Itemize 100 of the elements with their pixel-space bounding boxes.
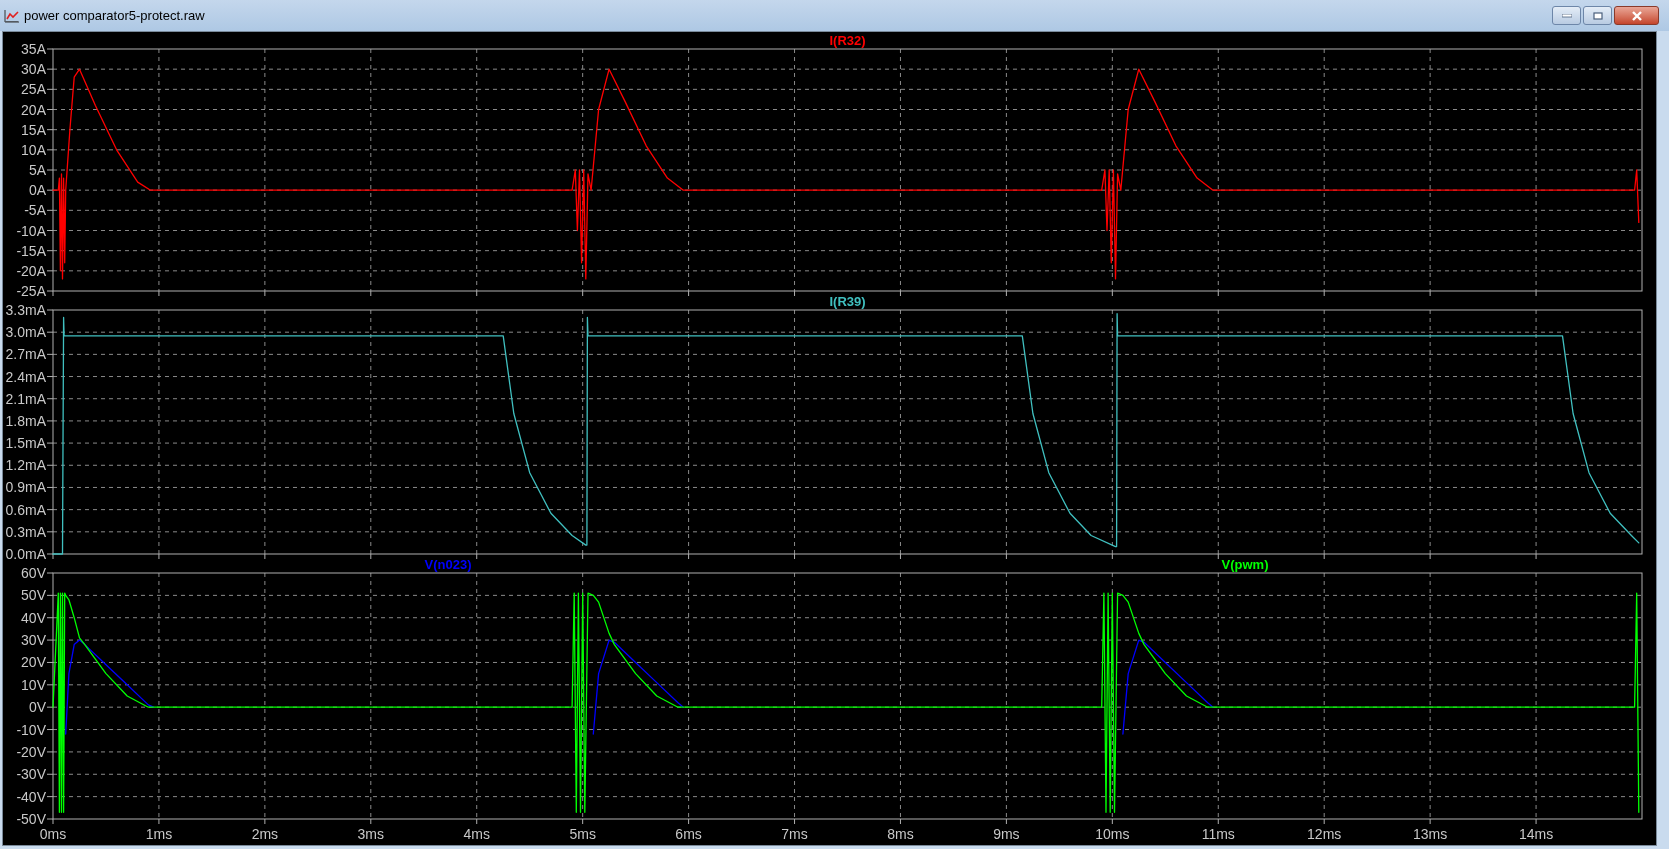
tick-mark — [46, 209, 54, 211]
axis-tick-label: 30A — [21, 61, 46, 78]
axis-tick-label: -50V — [16, 811, 46, 827]
tick-mark — [899, 290, 901, 296]
tick-mark — [46, 661, 54, 663]
tick-mark — [688, 818, 690, 825]
minimize-button[interactable] — [1552, 6, 1581, 25]
tick-mark — [46, 250, 54, 252]
tick-mark — [46, 376, 54, 378]
tick-mark — [46, 398, 54, 400]
tick-mark — [46, 353, 54, 355]
trace-label[interactable]: I(R32) — [829, 33, 866, 48]
tick-mark — [1217, 553, 1219, 560]
axis-tick-label: 3.0mA — [5, 324, 46, 341]
axis-tick-label: 2ms — [251, 826, 279, 842]
axis-tick-label: 3.3mA — [5, 302, 46, 318]
tick-mark — [46, 270, 54, 272]
tick-mark — [582, 553, 584, 560]
axis-tick-label: 14ms — [1518, 826, 1554, 842]
axis-tick-label: 10ms — [1095, 826, 1130, 842]
tick-mark — [46, 639, 54, 641]
tick-mark — [582, 818, 584, 825]
trace-label[interactable]: V(pwm) — [1221, 560, 1269, 572]
tick-mark — [1429, 290, 1431, 296]
minimize-icon — [1561, 13, 1572, 18]
axis-tick-label: 0V — [28, 699, 46, 716]
tick-mark — [46, 420, 54, 422]
tick-mark — [46, 796, 54, 798]
axis-tick-label: 11ms — [1201, 826, 1235, 842]
tick-mark — [46, 169, 54, 171]
tick-mark — [46, 48, 54, 50]
tick-mark — [1323, 553, 1325, 560]
tick-mark — [794, 818, 796, 825]
axis-tick-label: 1.8mA — [5, 412, 46, 429]
tick-mark — [1005, 290, 1007, 296]
axis-tick-label: 10V — [21, 676, 46, 693]
axis-tick-label: -10A — [16, 222, 46, 239]
tick-mark — [370, 290, 372, 296]
tick-mark — [46, 331, 54, 333]
axis-tick-label: 3ms — [357, 826, 385, 842]
axis-tick-label: 5A — [28, 162, 46, 178]
axis-tick-label: 20A — [21, 101, 46, 118]
maximize-button[interactable] — [1583, 6, 1612, 25]
tick-mark — [46, 129, 54, 131]
tick-mark — [370, 818, 372, 825]
tick-mark — [1323, 818, 1325, 825]
tick-mark — [794, 553, 796, 560]
axis-tick-label: 30V — [21, 632, 46, 649]
axis-tick-label: -5A — [24, 202, 46, 219]
tick-mark — [46, 230, 54, 231]
axis-tick-label: -30V — [16, 766, 46, 783]
axis-tick-label: 0ms — [39, 826, 67, 842]
axis-tick-label: -10V — [16, 721, 46, 738]
tick-mark — [1429, 553, 1431, 560]
axis-tick-label: 10A — [21, 141, 46, 158]
axis-tick-label: 60V — [21, 565, 46, 581]
axis-tick-label: -15A — [16, 242, 46, 259]
tick-mark — [370, 553, 372, 560]
tick-mark — [582, 290, 584, 296]
axis-tick-label: 4ms — [463, 826, 490, 842]
maximize-icon — [1592, 11, 1603, 20]
axis-tick-label: 2.4mA — [5, 368, 46, 385]
tick-mark — [264, 290, 266, 296]
tick-mark — [46, 572, 54, 574]
axis-tick-label: 15A — [21, 121, 46, 138]
tick-mark — [1429, 818, 1431, 825]
tick-mark — [1323, 290, 1325, 296]
axis-tick-label: 7ms — [781, 826, 808, 842]
tick-mark — [46, 509, 54, 511]
tick-mark — [1217, 290, 1219, 296]
tick-mark — [46, 442, 54, 444]
tick-mark — [1111, 290, 1113, 296]
tick-mark — [688, 553, 690, 560]
axis-tick-label: 35A — [21, 41, 46, 57]
axis-tick-label: -20A — [16, 262, 46, 279]
tick-mark — [1005, 818, 1007, 825]
axis-tick-label: 12ms — [1307, 826, 1342, 842]
tick-mark — [476, 818, 478, 825]
tick-mark — [158, 818, 160, 825]
tick-mark — [46, 706, 54, 708]
axis-tick-label: 13ms — [1413, 826, 1448, 842]
trace-label[interactable]: I(R39) — [829, 296, 866, 309]
tick-mark — [46, 729, 54, 731]
tick-mark — [158, 290, 160, 296]
tick-mark — [1005, 553, 1007, 560]
tick-mark — [1535, 290, 1537, 296]
axis-tick-label: -40V — [16, 788, 46, 805]
close-button[interactable] — [1614, 6, 1659, 25]
tick-mark — [476, 290, 478, 296]
tick-mark — [46, 68, 54, 70]
waveform-app-icon — [4, 8, 20, 23]
axis-tick-label: 0.0mA — [5, 546, 46, 560]
axis-tick-label: 20V — [21, 654, 46, 671]
tick-mark — [1111, 818, 1113, 825]
tick-mark — [46, 773, 54, 775]
tick-mark — [46, 149, 54, 151]
axis-tick-label: 1.2mA — [5, 457, 46, 474]
tick-mark — [46, 617, 54, 619]
tick-mark — [264, 553, 266, 560]
tick-mark — [46, 189, 54, 191]
